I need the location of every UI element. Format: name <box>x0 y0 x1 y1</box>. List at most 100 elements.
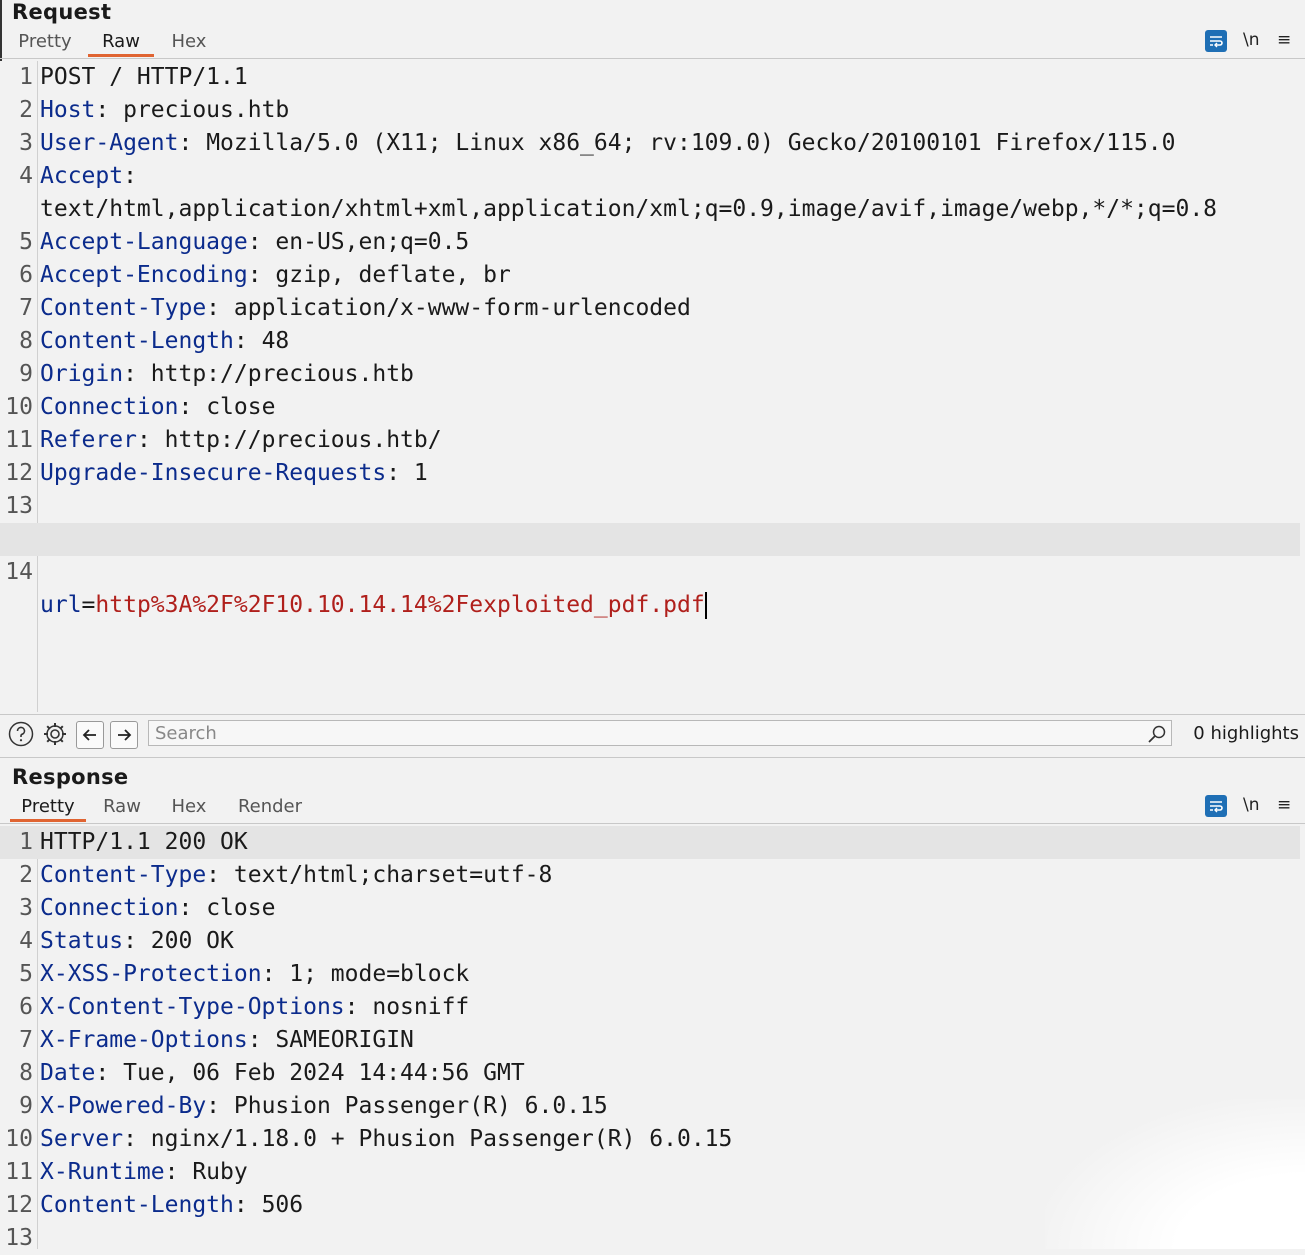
code-line[interactable]: text/html,application/xhtml+xml,applicat… <box>0 193 1300 226</box>
code-line[interactable]: 5 X-XSS-Protection: 1; mode=block <box>0 958 1300 991</box>
search-bar: 0 highlights <box>0 714 1305 758</box>
line-number: 1 <box>19 64 33 90</box>
header-value: text/html,application/xhtml+xml,applicat… <box>40 196 1218 222</box>
header-value: 1 <box>413 460 428 486</box>
code-line[interactable]: 13 <box>0 1222 1300 1255</box>
header-name: X-Content-Type-Options <box>40 994 345 1020</box>
header-value: nginx/1.18.0 + Phusion Passenger(R) 6.0.… <box>150 1126 733 1152</box>
header-name: Content-Type <box>40 862 207 888</box>
arrow-left-icon[interactable] <box>76 721 104 749</box>
arrow-right-icon[interactable] <box>110 721 138 749</box>
code-line[interactable]: 1 POST / HTTP/1.1 <box>0 61 1300 94</box>
code-line[interactable]: 13 <box>0 490 1300 523</box>
header-value: close <box>206 394 276 420</box>
request-editor[interactable]: 1 POST / HTTP/1.1 2 Host: precious.htb 3 User… <box>0 61 1305 712</box>
line-number: 7 <box>19 1027 33 1053</box>
code-line[interactable]: 1 HTTP/1.1 200 OK <box>0 826 1300 859</box>
code-line[interactable]: 11 Referer: http://precious.htb/ <box>0 424 1300 457</box>
header-value: 200 OK <box>150 928 234 954</box>
code-line[interactable]: 7 X-Frame-Options: SAMEORIGIN <box>0 1024 1300 1057</box>
header-value: close <box>206 895 276 921</box>
code-line[interactable]: 4 Accept: <box>0 160 1300 193</box>
code-line[interactable]: 7 Content-Type: application/x-www-form-ur… <box>0 292 1300 325</box>
search-icon[interactable] <box>1146 723 1168 745</box>
header-name: Status <box>40 928 124 954</box>
line-number: 3 <box>19 895 33 921</box>
header-value: text/html;charset=utf-8 <box>233 862 553 888</box>
search-input[interactable] <box>148 720 1172 746</box>
line-number: 9 <box>19 361 33 387</box>
header-separator: : <box>95 1060 124 1086</box>
header-separator: : <box>123 361 151 387</box>
request-tab-raw[interactable]: Raw <box>88 28 154 57</box>
newline-toggle[interactable]: \n <box>1243 795 1260 815</box>
newline-toggle[interactable]: \n <box>1243 30 1260 50</box>
response-tab-raw[interactable]: Raw <box>96 793 148 821</box>
response-editor[interactable]: 1 HTTP/1.1 200 OK 2 Content-Type: text/html… <box>0 826 1305 1251</box>
header-value: Phusion Passenger(R) 6.0.15 <box>233 1093 608 1119</box>
header-value: precious.htb <box>123 97 290 123</box>
header-separator: : <box>123 163 137 189</box>
code-line[interactable]: 8 Date: Tue, 06 Feb 2024 14:44:56 GMT <box>0 1057 1300 1090</box>
code-line[interactable]: 10 Server: nginx/1.18.0 + Phusion Passeng… <box>0 1123 1300 1156</box>
header-name: Connection <box>40 394 179 420</box>
code-line[interactable]: 2 Content-Type: text/html;charset=utf-8 <box>0 859 1300 892</box>
request-tab-hex[interactable]: Hex <box>166 28 212 56</box>
request-tab-pretty[interactable]: Pretty <box>16 28 74 56</box>
code-line[interactable]: 10 Connection: close <box>0 391 1300 424</box>
wrap-lines-icon[interactable] <box>1205 30 1227 52</box>
line-number: 12 <box>5 460 33 486</box>
code-line[interactable]: 6 Accept-Encoding: gzip, deflate, br <box>0 259 1300 292</box>
code-line[interactable]: 2 Host: precious.htb <box>0 94 1300 127</box>
header-separator: : <box>261 961 290 987</box>
line-number: 5 <box>19 229 33 255</box>
header-separator: : <box>233 1192 262 1218</box>
code-line[interactable]: 9 Origin: http://precious.htb <box>0 358 1300 391</box>
code-line[interactable]: 3 Connection: close <box>0 892 1300 925</box>
response-tabs: Pretty Raw Hex Render \n ≡ <box>0 793 1305 824</box>
request-tabs: Pretty Raw Hex \n ≡ <box>0 28 1305 59</box>
header-name: Date <box>40 1060 96 1086</box>
header-separator: : <box>123 1126 151 1152</box>
header-name: Host <box>40 97 96 123</box>
header-value: http://precious.htb/ <box>164 427 442 453</box>
code-line[interactable]: 4 Status: 200 OK <box>0 925 1300 958</box>
line-number: 4 <box>19 163 33 189</box>
header-name: X-Powered-By <box>40 1093 207 1119</box>
code-line[interactable]: 9 X-Powered-By: Phusion Passenger(R) 6.0.… <box>0 1090 1300 1123</box>
header-name: Connection <box>40 895 179 921</box>
header-separator: : <box>247 1027 276 1053</box>
wrap-lines-icon[interactable] <box>1205 795 1227 817</box>
code-line[interactable]: 12 Content-Length: 506 <box>0 1189 1300 1222</box>
request-body-line[interactable]: 14 url=http%3A%2F%2F10.10.14.14%2Fexploi… <box>0 523 1300 619</box>
line-number: 11 <box>5 427 33 453</box>
header-value: POST / HTTP/1.1 <box>40 64 248 90</box>
line-number: 12 <box>5 1192 33 1218</box>
header-value: 1; mode=block <box>289 961 470 987</box>
body-param-eq: = <box>81 592 96 618</box>
code-line[interactable]: 3 User-Agent: Mozilla/5.0 (X11; Linux x86… <box>0 127 1300 160</box>
line-number: 8 <box>19 328 33 354</box>
header-name: X-XSS-Protection <box>40 961 262 987</box>
response-tab-hex[interactable]: Hex <box>166 793 212 821</box>
menu-icon[interactable]: ≡ <box>1277 30 1291 50</box>
code-line[interactable]: 12 Upgrade-Insecure-Requests: 1 <box>0 457 1300 490</box>
help-icon[interactable] <box>8 721 34 747</box>
code-line[interactable]: 5 Accept-Language: en-US,en;q=0.5 <box>0 226 1300 259</box>
response-tab-render[interactable]: Render <box>232 793 308 821</box>
response-tab-pretty[interactable]: Pretty <box>10 793 86 822</box>
code-line[interactable]: 6 X-Content-Type-Options: nosniff <box>0 991 1300 1024</box>
code-line[interactable]: 8 Content-Length: 48 <box>0 325 1300 358</box>
body-param-name: url <box>40 592 82 618</box>
header-value: application/x-www-form-urlencoded <box>233 295 691 321</box>
gear-icon[interactable] <box>42 721 68 747</box>
text-caret <box>704 592 707 619</box>
header-separator: : <box>136 427 165 453</box>
body-param-value: http%3A%2F%2F10.10.14.14%2Fexploited_pdf… <box>95 592 705 618</box>
line-number: 3 <box>19 130 33 156</box>
code-line[interactable]: 11 X-Runtime: Ruby <box>0 1156 1300 1189</box>
line-number: 8 <box>19 1060 33 1086</box>
menu-icon[interactable]: ≡ <box>1277 795 1291 815</box>
line-number: 4 <box>19 928 33 954</box>
header-name: User-Agent <box>40 130 179 156</box>
